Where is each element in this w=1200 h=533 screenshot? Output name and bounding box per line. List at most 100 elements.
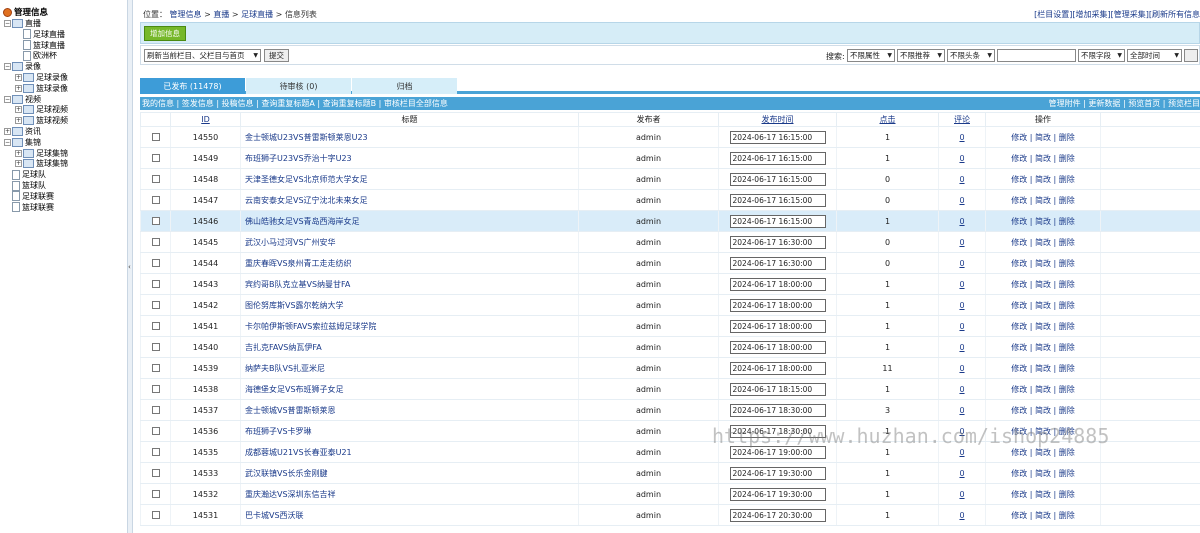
row-checkbox[interactable] [151, 406, 160, 414]
row-time-input[interactable]: 2024-06-17 18:00:00 [729, 298, 826, 312]
row-checkbox[interactable] [151, 511, 160, 519]
tree-node[interactable]: − 视频 [4, 94, 41, 105]
tree-node[interactable]: 足球队 [4, 169, 46, 180]
search-button[interactable] [1184, 49, 1198, 62]
search-input[interactable] [997, 49, 1076, 62]
add-info-button[interactable]: 增加信息 [144, 26, 186, 41]
row-time-input[interactable]: 2024-06-17 18:30:00 [729, 424, 826, 438]
tab-pending[interactable]: 待审核 (0) [246, 78, 351, 94]
tree-root[interactable]: 管理信息 [3, 6, 48, 18]
row-ops[interactable]: 修改 | 简改 | 删除 [985, 483, 1101, 505]
row-checkbox[interactable] [151, 385, 160, 393]
row-time-input[interactable]: 2024-06-17 18:00:00 [729, 277, 826, 291]
row-comments-link[interactable]: 0 [959, 217, 964, 226]
row-time-input[interactable]: 2024-06-17 19:30:00 [729, 487, 826, 501]
row-comments-link[interactable]: 0 [959, 385, 964, 394]
breadcrumb-item[interactable]: 直播 [213, 10, 229, 19]
row-checkbox[interactable] [151, 469, 160, 477]
tree-node[interactable]: 篮球联赛 [4, 202, 54, 213]
tree-node[interactable]: + 足球视频 [15, 104, 68, 115]
expand-icon[interactable]: + [4, 128, 11, 135]
row-title-link[interactable]: 金士顿城U23VS普雷斯顿莱恩U23 [240, 126, 579, 148]
tree-node[interactable]: 足球联赛 [4, 191, 54, 202]
tree-node[interactable]: 篮球队 [4, 180, 46, 191]
header-clicks[interactable]: 点击 [836, 112, 939, 127]
row-comments-link[interactable]: 0 [959, 406, 964, 415]
row-ops[interactable]: 修改 | 简改 | 删除 [985, 462, 1101, 484]
row-comments-link[interactable]: 0 [959, 490, 964, 499]
row-comments-link[interactable]: 0 [959, 364, 964, 373]
row-time-input[interactable]: 2024-06-17 18:00:00 [729, 340, 826, 354]
refresh-all-link[interactable]: [刷新所有信息 [1149, 10, 1200, 19]
row-ops[interactable]: 修改 | 简改 | 删除 [985, 357, 1101, 379]
row-time-input[interactable]: 2024-06-17 18:15:00 [729, 382, 826, 396]
row-ops[interactable]: 修改 | 简改 | 删除 [985, 399, 1101, 421]
row-ops[interactable]: 修改 | 简改 | 删除 [985, 441, 1101, 463]
row-time-input[interactable]: 2024-06-17 16:15:00 [729, 193, 826, 207]
tree-node[interactable]: − 录像 [4, 61, 41, 72]
row-title-link[interactable]: 布班狮子U23VS乔治十字U23 [240, 147, 579, 169]
row-ops[interactable]: 修改 | 简改 | 删除 [985, 420, 1101, 442]
row-checkbox[interactable] [151, 364, 160, 372]
tree-node[interactable]: + 篮球视频 [15, 115, 68, 126]
collapse-icon[interactable]: − [4, 63, 11, 71]
linkbar-right-links[interactable]: 管理附件 | 更新数据 | 预览首页 | 预览栏目 [1049, 98, 1200, 109]
sidebar-collapse-bar[interactable]: ‹ [127, 0, 133, 533]
row-time-input[interactable]: 2024-06-17 16:30:00 [729, 256, 826, 270]
expand-icon[interactable]: + [15, 84, 22, 92]
row-title-link[interactable]: 图伦努库斯VS露尔乾纳大学 [240, 294, 579, 316]
collapse-icon[interactable]: − [4, 20, 11, 27]
linkbar-left-links[interactable]: 我的信息 | 签发信息 | 投稿信息 | 查询重复标题A | 查询重复标题B |… [142, 98, 448, 109]
tree-node[interactable]: + 篮球录像 [15, 83, 68, 94]
row-checkbox[interactable] [151, 280, 160, 288]
row-comments-link[interactable]: 0 [959, 154, 964, 163]
row-checkbox[interactable] [151, 175, 160, 183]
row-time-input[interactable]: 2024-06-17 18:30:00 [729, 403, 826, 417]
row-checkbox[interactable] [151, 259, 160, 267]
breadcrumb-item[interactable]: 足球直播 [241, 10, 273, 19]
row-checkbox[interactable] [151, 238, 160, 246]
tree-node[interactable]: 足球直播 [15, 29, 65, 40]
row-title-link[interactable]: 重庆春晖VS泉州青工走走纺织 [240, 252, 579, 274]
row-checkbox[interactable] [151, 322, 160, 330]
row-ops[interactable]: 修改 | 简改 | 删除 [985, 168, 1101, 190]
tree-node[interactable]: 篮球直播 [15, 40, 65, 51]
row-time-input[interactable]: 2024-06-17 16:15:00 [729, 172, 826, 186]
row-title-link[interactable]: 宾约哥B队克立基VS纳曼甘FA [240, 273, 579, 295]
row-ops[interactable]: 修改 | 简改 | 删除 [985, 273, 1101, 295]
row-checkbox[interactable] [151, 301, 160, 309]
add-collect-link[interactable]: [增加采集] [1072, 10, 1110, 19]
attr-select[interactable]: 不限属性 ▼ [847, 49, 895, 62]
row-comments-link[interactable]: 0 [959, 511, 964, 520]
tree-node[interactable]: + 篮球集锦 [15, 158, 68, 169]
row-checkbox[interactable] [151, 133, 160, 141]
tree-node[interactable]: + 足球集锦 [15, 148, 68, 159]
row-time-input[interactable]: 2024-06-17 18:00:00 [729, 361, 826, 375]
row-time-input[interactable]: 2024-06-17 18:00:00 [729, 319, 826, 333]
tab-archive[interactable]: 归档 [352, 78, 457, 94]
row-comments-link[interactable]: 0 [959, 322, 964, 331]
row-comments-link[interactable]: 0 [959, 196, 964, 205]
submit-button[interactable]: 提交 [264, 49, 289, 62]
header-time[interactable]: 发布时间 [718, 112, 837, 127]
row-ops[interactable]: 修改 | 简改 | 删除 [985, 210, 1101, 232]
row-checkbox[interactable] [151, 448, 160, 456]
collapse-icon[interactable]: − [4, 138, 11, 146]
expand-icon[interactable]: + [15, 149, 22, 157]
row-comments-link[interactable]: 0 [959, 133, 964, 142]
row-checkbox[interactable] [151, 217, 160, 225]
expand-icon[interactable]: + [15, 106, 22, 114]
header-id[interactable]: ID [170, 112, 241, 127]
row-time-input[interactable]: 2024-06-17 16:15:00 [729, 214, 826, 228]
tree-node[interactable]: + 资讯 [4, 126, 41, 137]
row-ops[interactable]: 修改 | 简改 | 删除 [985, 147, 1101, 169]
row-ops[interactable]: 修改 | 简改 | 删除 [985, 126, 1101, 148]
row-time-input[interactable]: 2024-06-17 16:15:00 [729, 130, 826, 144]
row-title-link[interactable]: 武汉小马过河VS广州安华 [240, 231, 579, 253]
row-title-link[interactable]: 天津圣德女足VS北京师范大学女足 [240, 168, 579, 190]
tree-node[interactable]: 欧洲杯 [15, 50, 57, 61]
row-time-input[interactable]: 2024-06-17 16:15:00 [729, 151, 826, 165]
row-checkbox[interactable] [151, 343, 160, 351]
row-checkbox[interactable] [151, 490, 160, 498]
column-settings-link[interactable]: [栏目设置] [1034, 10, 1072, 19]
